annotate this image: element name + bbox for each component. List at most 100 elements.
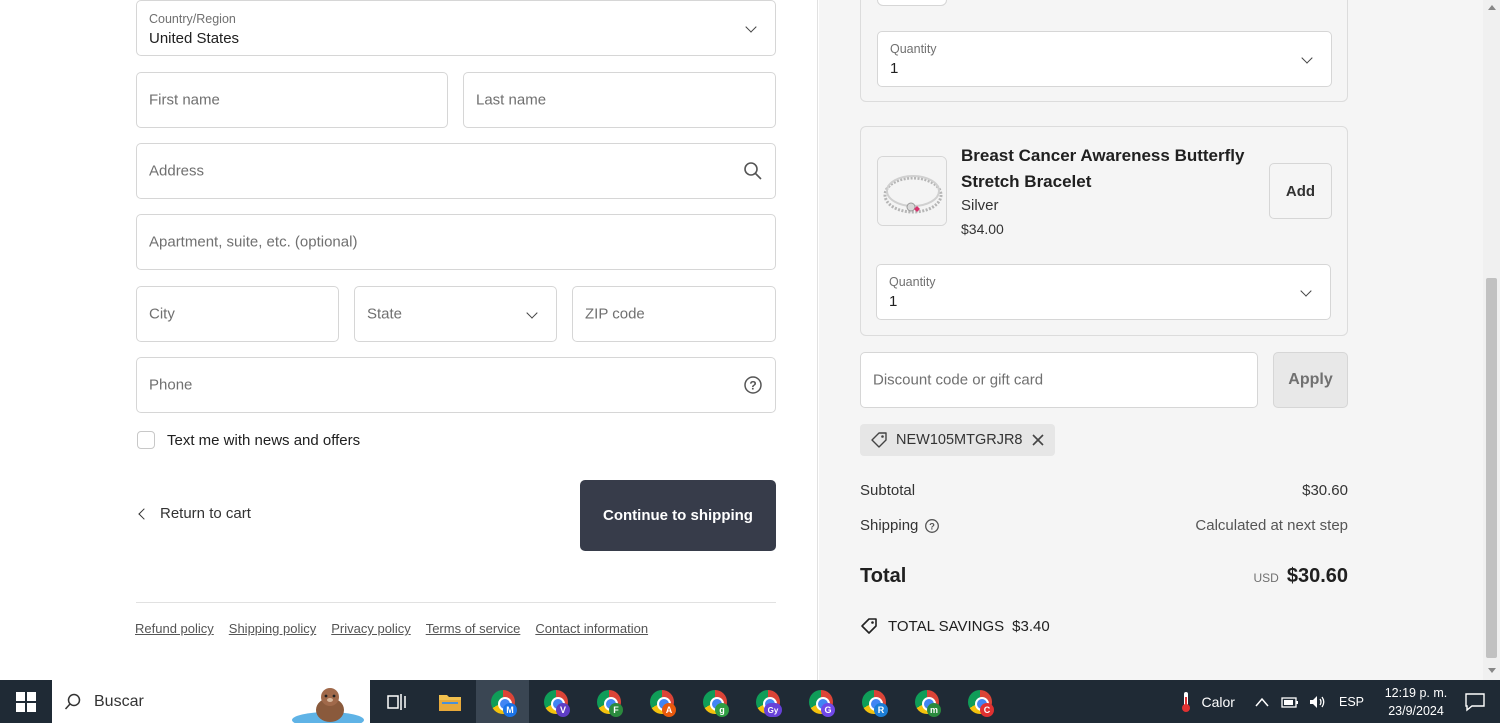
file-explorer-button[interactable] <box>423 680 476 723</box>
order-summary-column: Quantity 1 Breast Cancer Awareness Butte… <box>819 0 1483 680</box>
language-indicator[interactable]: ESP <box>1339 695 1364 709</box>
subtotal-value: $30.60 <box>1302 482 1348 499</box>
scroll-thumb[interactable] <box>1486 278 1497 658</box>
footer-links: Refund policy Shipping policy Privacy po… <box>135 621 648 636</box>
shipping-row: Shipping ? Calculated at next step <box>860 517 1348 534</box>
taskbar-chrome-m[interactable]: M <box>476 680 529 723</box>
taskbar-chrome-m2[interactable]: m <box>900 680 953 723</box>
terms-of-service-link[interactable]: Terms of service <box>426 621 521 636</box>
product-title: Breast Cancer Awareness Butterfly Stretc… <box>961 146 1245 191</box>
first-name-input[interactable]: First name <box>136 72 448 128</box>
profile-badge: R <box>874 703 888 717</box>
windows-taskbar: Buscar M V F A g Gy G R m C Calor ESP 12… <box>0 680 1500 723</box>
currency-code: USD <box>1253 571 1279 585</box>
weather-widget[interactable]: Calor <box>1180 691 1235 713</box>
add-product-button[interactable]: Add <box>1269 163 1332 219</box>
return-to-cart-label: Return to cart <box>160 505 251 522</box>
weather-label: Calor <box>1201 693 1235 710</box>
taskbar-chrome-r[interactable]: R <box>847 680 900 723</box>
profile-badge: G <box>821 703 835 717</box>
help-icon[interactable]: ? <box>924 518 940 534</box>
taskbar-chrome-f[interactable]: F <box>582 680 635 723</box>
taskbar-chrome-c[interactable]: C <box>953 680 1006 723</box>
chevron-down-icon <box>1300 285 1312 297</box>
state-select[interactable]: State <box>354 286 557 342</box>
apartment-placeholder: Apartment, suite, etc. (optional) <box>149 233 358 251</box>
applied-discount-tag: NEW105MTGRJR8 <box>860 424 1055 456</box>
address-placeholder: Address <box>149 162 205 180</box>
last-name-placeholder: Last name <box>476 91 547 109</box>
chevron-up-icon[interactable] <box>1255 697 1269 707</box>
task-view-button[interactable] <box>370 680 423 723</box>
country-select[interactable]: Country/Region United States <box>136 0 776 56</box>
total-row: Total USD $30.60 <box>860 565 1348 588</box>
quantity-label: Quantity <box>890 42 937 56</box>
taskbar-chrome-v[interactable]: V <box>529 680 582 723</box>
refund-policy-link[interactable]: Refund policy <box>135 621 214 636</box>
chevron-down-icon <box>526 307 538 319</box>
country-value: United States <box>149 30 240 47</box>
subtotal-label: Subtotal <box>860 482 916 499</box>
svg-text:?: ? <box>929 521 935 532</box>
folder-icon <box>438 694 461 711</box>
address-input[interactable]: Address <box>136 143 776 199</box>
shipping-policy-link[interactable]: Shipping policy <box>229 621 316 636</box>
start-button[interactable] <box>0 680 52 723</box>
notification-icon[interactable] <box>1464 692 1486 712</box>
search-icon[interactable] <box>743 161 763 181</box>
volume-icon[interactable] <box>1309 694 1327 710</box>
scroll-up-arrow[interactable] <box>1488 5 1496 10</box>
bracelet-image <box>878 157 946 225</box>
profile-badge: g <box>715 703 729 717</box>
total-amount: USD $30.60 <box>1253 565 1348 588</box>
text-me-label: Text me with news and offers <box>167 432 361 449</box>
scroll-down-arrow[interactable] <box>1488 668 1496 673</box>
zip-input[interactable]: ZIP code <box>572 286 776 342</box>
svg-text:?: ? <box>749 379 756 393</box>
apartment-input[interactable]: Apartment, suite, etc. (optional) <box>136 214 776 270</box>
page-scrollbar[interactable] <box>1483 0 1500 680</box>
otter-illustration-icon <box>292 688 364 723</box>
upsell-card-previous: Quantity 1 <box>860 0 1348 102</box>
city-input[interactable]: City <box>136 286 339 342</box>
search-icon <box>64 693 81 710</box>
quantity-select[interactable]: Quantity 1 <box>877 31 1332 87</box>
quantity-select[interactable]: Quantity 1 <box>876 264 1331 320</box>
text-me-checkbox[interactable] <box>137 431 155 449</box>
taskbar-search-placeholder: Buscar <box>94 692 144 710</box>
help-icon[interactable]: ? <box>743 375 763 395</box>
clock[interactable]: 12:19 p. m. 23/9/2024 <box>1376 684 1456 720</box>
taskbar-chrome-a[interactable]: A <box>635 680 688 723</box>
last-name-input[interactable]: Last name <box>463 72 776 128</box>
quantity-label: Quantity <box>889 275 936 289</box>
profile-badge: F <box>609 703 623 717</box>
continue-to-shipping-button[interactable]: Continue to shipping <box>580 480 776 551</box>
first-name-placeholder: First name <box>149 91 220 109</box>
remove-discount-icon[interactable] <box>1031 433 1045 447</box>
battery-network-icon[interactable] <box>1281 695 1299 709</box>
taskbar-chrome-g[interactable]: g <box>688 680 741 723</box>
apply-discount-button[interactable]: Apply <box>1273 352 1348 408</box>
savings-value: $3.40 <box>1012 617 1050 635</box>
taskbar-search[interactable]: Buscar <box>52 680 370 723</box>
quantity-value: 1 <box>890 60 899 77</box>
contact-information-link[interactable]: Contact information <box>535 621 648 636</box>
product-price: $34.00 <box>961 221 1004 237</box>
discount-placeholder: Discount code or gift card <box>873 371 1044 389</box>
discount-code-input[interactable]: Discount code or gift card <box>860 352 1258 408</box>
taskbar-chrome-g2[interactable]: G <box>794 680 847 723</box>
subtotal-row: Subtotal $30.60 <box>860 482 1348 499</box>
windows-logo-icon <box>16 691 36 712</box>
phone-input[interactable]: Phone ? <box>136 357 776 413</box>
privacy-policy-link[interactable]: Privacy policy <box>331 621 410 636</box>
taskbar-chrome-gy[interactable]: Gy <box>741 680 794 723</box>
thermometer-icon <box>1181 691 1190 712</box>
shipping-form-column: Country/Region United States First name … <box>0 0 818 680</box>
profile-badge: m <box>927 703 941 717</box>
chevron-left-icon <box>138 507 150 520</box>
shipping-value: Calculated at next step <box>1195 517 1348 534</box>
return-to-cart-link[interactable]: Return to cart <box>136 505 251 522</box>
footer-divider <box>136 602 776 603</box>
profile-badge: C <box>980 703 994 717</box>
task-view-icon <box>386 693 406 710</box>
